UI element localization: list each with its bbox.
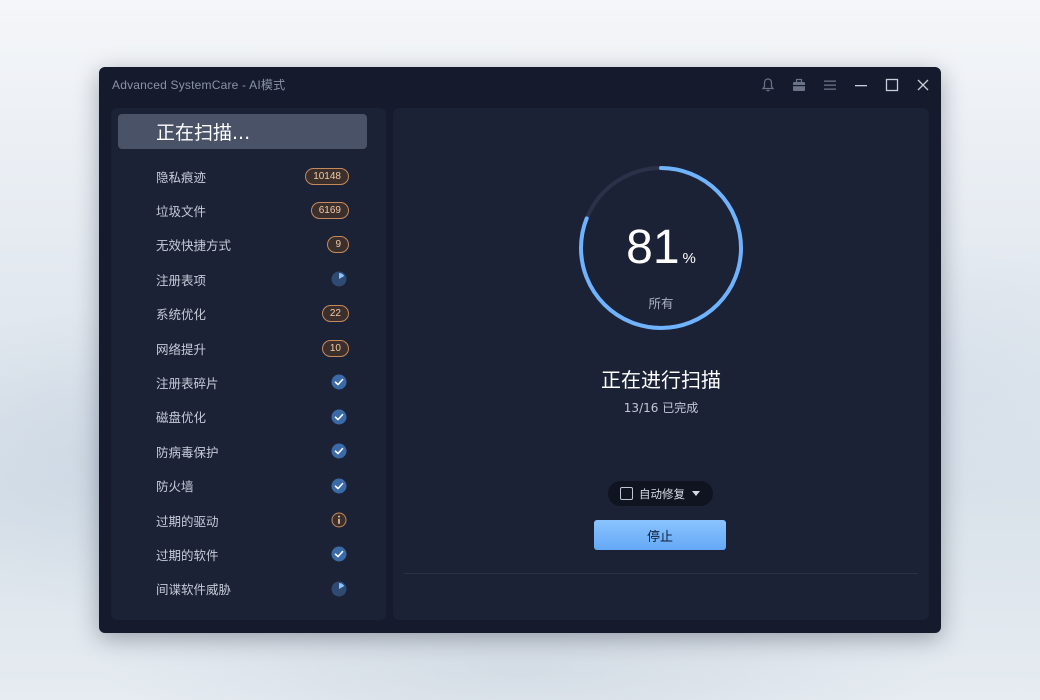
- issue-count-badge: 6169: [310, 201, 349, 219]
- auto-fix-dropdown[interactable]: 自动修复: [608, 481, 713, 506]
- toolbox-button[interactable]: [788, 74, 810, 96]
- issue-count-badge: 22: [321, 305, 349, 323]
- ring-sublabel: 所有: [648, 296, 674, 311]
- stop-button[interactable]: 停止: [594, 520, 726, 550]
- close-icon: [917, 79, 929, 91]
- progress-pie-icon: [331, 271, 347, 287]
- sidebar-item[interactable]: 过期的软件: [111, 540, 367, 568]
- check-circle-icon: [331, 374, 347, 390]
- minimize-button[interactable]: [850, 74, 872, 96]
- sidebar-item-label: 无效快捷方式: [156, 238, 232, 254]
- check-circle-icon: [331, 478, 347, 494]
- sidebar-item[interactable]: 防火墙: [111, 472, 367, 500]
- scan-progress-panel: 81% 所有 正在进行扫描 13/16 已完成 自动修复 停止: [393, 108, 929, 620]
- sidebar-item-label: 注册表碎片: [156, 375, 219, 391]
- percent-sign: %: [682, 250, 696, 267]
- sidebar-item-label: 间谍软件威胁: [156, 582, 232, 598]
- sidebar-item[interactable]: 注册表碎片: [111, 368, 367, 396]
- info-circle-icon: [331, 512, 347, 528]
- notification-button[interactable]: [757, 74, 779, 96]
- sidebar-item-label: 注册表项: [156, 272, 207, 288]
- sidebar-item[interactable]: 网络提升 10: [111, 334, 367, 362]
- sidebar-item-label: 磁盘优化: [156, 410, 207, 426]
- sidebar-active-label: 正在扫描...: [156, 122, 251, 144]
- title-bar: Advanced SystemCare - AI模式: [99, 67, 941, 103]
- sidebar-item[interactable]: 磁盘优化: [111, 403, 367, 431]
- sidebar-item-label: 防火墙: [156, 479, 194, 495]
- sidebar-item-label: 过期的驱动: [156, 513, 219, 529]
- scan-items-sidebar: 正在扫描... 隐私痕迹 10148 垃圾文件 6169 无效快捷方式 9 注册表项系统优化…: [111, 108, 386, 620]
- toolbox-icon: [793, 78, 805, 91]
- hamburger-menu-icon: [824, 80, 836, 90]
- sidebar-item-label: 系统优化: [156, 307, 207, 323]
- sidebar-item[interactable]: 注册表项: [111, 265, 367, 293]
- sidebar-item[interactable]: 系统优化 22: [111, 300, 367, 328]
- auto-fix-label: 自动修复: [639, 487, 685, 501]
- sidebar-item-label: 过期的软件: [156, 547, 219, 563]
- issue-count-badge: 10: [321, 339, 349, 357]
- sidebar-item[interactable]: 防病毒保护: [111, 437, 367, 465]
- app-window: Advanced SystemCare - AI模式 正在扫描... 隐私痕迹 …: [99, 67, 941, 633]
- close-button[interactable]: [912, 74, 934, 96]
- sidebar-item[interactable]: 无效快捷方式 9: [111, 231, 367, 259]
- sidebar-item-label: 网络提升: [156, 341, 207, 357]
- sidebar-item[interactable]: 隐私痕迹 10148: [111, 162, 367, 190]
- panel-divider: [404, 573, 918, 574]
- minimize-icon: [855, 85, 867, 87]
- menu-button[interactable]: [819, 74, 841, 96]
- issue-count-badge: 10148: [305, 167, 349, 185]
- sidebar-item[interactable]: 间谍软件威胁: [111, 575, 367, 603]
- check-circle-icon: [331, 546, 347, 562]
- progress-percent: 81%: [578, 220, 744, 275]
- caret-down-icon[interactable]: [692, 491, 700, 496]
- scan-status-subtitle: 13/16 已完成: [623, 401, 699, 415]
- window-title: Advanced SystemCare - AI模式: [112, 78, 286, 92]
- check-circle-icon: [331, 409, 347, 425]
- progress-pie-icon: [331, 581, 347, 597]
- sidebar-item[interactable]: 垃圾文件 6169: [111, 196, 367, 224]
- check-circle-icon: [331, 443, 347, 459]
- maximize-button[interactable]: [881, 74, 903, 96]
- issue-count-badge: 9: [327, 236, 349, 254]
- maximize-icon: [885, 78, 899, 92]
- scan-status-title: 正在进行扫描: [601, 368, 721, 392]
- auto-fix-checkbox[interactable]: [620, 487, 633, 500]
- sidebar-item-label: 隐私痕迹: [156, 169, 207, 185]
- sidebar-item-scanning[interactable]: 正在扫描...: [118, 114, 367, 149]
- sidebar-item-label: 防病毒保护: [156, 444, 219, 460]
- bell-icon: [761, 78, 775, 92]
- percent-value: 81: [626, 221, 680, 274]
- sidebar-item-label: 垃圾文件: [156, 203, 207, 219]
- sidebar-item[interactable]: 过期的驱动: [111, 506, 367, 534]
